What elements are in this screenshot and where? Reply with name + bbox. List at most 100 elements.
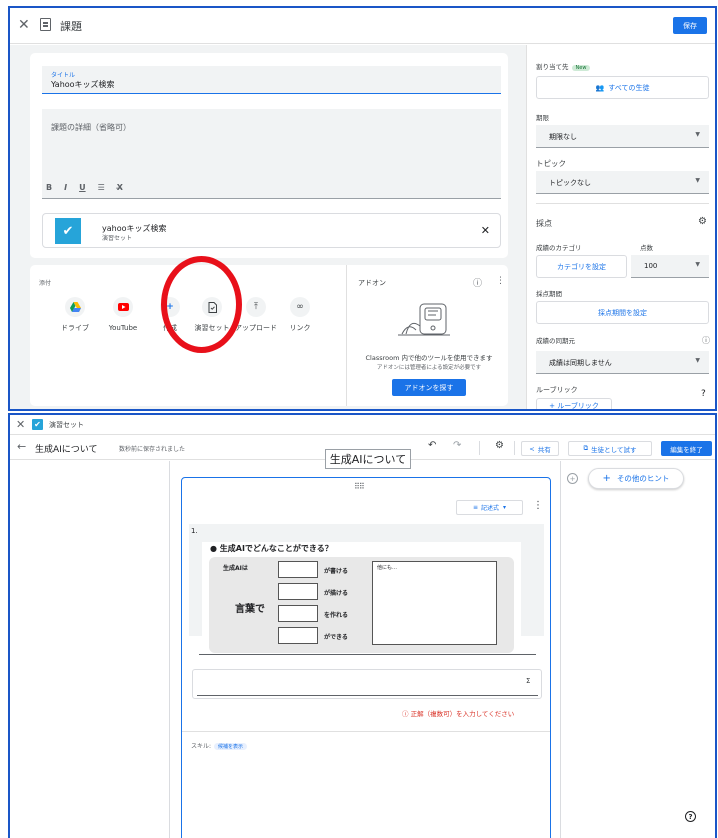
assignment-main: タイトル Yahooキッズ検索 課題の詳細（省略可） B I U ☰ X̶ ✔ … (10, 45, 526, 409)
add-plus-icon[interactable]: + (567, 473, 578, 484)
help-icon[interactable]: ? (701, 389, 706, 399)
info-icon[interactable]: ⓘ (473, 276, 482, 289)
topic-label: トピック (536, 159, 566, 168)
attach-card: 添付 ドライブ YouTube + 作成 演習セット ⤒ アップロード ∞ リン… (30, 265, 508, 406)
share-label: 共有 (537, 445, 551, 454)
attach-section-label: 添付 (39, 280, 52, 287)
upload-label: アップロード (235, 324, 277, 332)
assignment-icon (40, 18, 51, 31)
points-select[interactable]: 100 ▼ (631, 255, 709, 278)
document-title[interactable]: 生成AIについて (35, 442, 98, 455)
more-hints-button[interactable]: + その他のヒント (588, 468, 684, 489)
all-students-button[interactable]: 👥 すべての生徒 (536, 76, 709, 99)
addons-illustration (398, 303, 450, 336)
try-as-student-label: 生徒として試す (591, 445, 637, 454)
title-field-label: タイトル (51, 72, 76, 79)
clear-format-icon[interactable]: X̶ (117, 183, 123, 192)
error-text: 正解（複数可）を入力してください (410, 710, 515, 718)
remove-attachment-icon[interactable]: ✕ (481, 224, 490, 237)
add-rubric-button[interactable]: + ルーブリック (536, 398, 612, 409)
question-type-select[interactable]: ≡ 記述式 ▾ (456, 500, 523, 515)
worksheet-other-label: 他にも… (377, 565, 398, 571)
share-button[interactable]: < 共有 (521, 441, 559, 456)
attachment-subtitle: 演習セット (102, 235, 133, 242)
drive-tool[interactable]: ドライブ (53, 297, 97, 333)
math-sigma-icon[interactable]: Σ (526, 677, 530, 685)
finish-editing-button[interactable]: 編集を終了 (661, 441, 712, 456)
share-icon: < (529, 444, 535, 453)
left-panel (10, 461, 170, 838)
try-as-student-button[interactable]: ⧉ 生徒として試す (568, 441, 652, 456)
help-icon[interactable]: ? (685, 811, 696, 822)
worksheet-blank (278, 561, 318, 578)
close-icon[interactable]: ✕ (18, 17, 30, 33)
toolbar-divider (479, 441, 480, 455)
worksheet-row-label: ができる (324, 634, 348, 641)
skill-row: スキル: 候補を表示 (191, 741, 248, 750)
worksheet-title: ● 生成AIでどんなことができる？ (210, 544, 333, 553)
question-type-label: 記述式 (481, 505, 500, 512)
settings-gear-icon[interactable]: ⚙ (495, 440, 504, 451)
window-titlebar: ✕ ✔ 演習セット (10, 415, 715, 435)
list-icon[interactable]: ☰ (98, 183, 105, 192)
worksheet-blank (278, 583, 318, 600)
worksheet-ai-label: 生成AIは (223, 565, 248, 572)
find-addons-button[interactable]: アドオンを探す (392, 379, 466, 396)
grading-label: 採点 (536, 219, 552, 228)
link-tool[interactable]: ∞ リンク (278, 297, 322, 333)
points-value: 100 (644, 262, 658, 270)
link-label: リンク (289, 324, 311, 332)
due-select[interactable]: 期限なし ▼ (536, 125, 709, 148)
question-body[interactable]: 1. ● 生成AIでどんなことができる？ 生成AIは 言葉で が書ける が描ける… (189, 524, 544, 656)
attachment-item[interactable]: ✔ yahooキッズ検索 演習セット ✕ (42, 213, 501, 248)
undo-icon[interactable]: ↶ (428, 440, 436, 451)
drag-handle-icon[interactable]: ⠿⠿ (354, 482, 365, 491)
settings-gear-icon[interactable]: ⚙ (698, 216, 707, 227)
error-icon: ⓘ (402, 710, 409, 718)
drive-icon (65, 297, 85, 317)
answer-underline (197, 695, 538, 696)
section-heading[interactable]: 生成AIについて (325, 449, 411, 469)
grade-sync-select[interactable]: 成績は同期しません ▼ (536, 351, 709, 374)
close-icon[interactable]: ✕ (16, 418, 25, 431)
underline-icon[interactable]: U (79, 183, 86, 192)
set-category-button[interactable]: カテゴリを設定 (536, 255, 627, 278)
show-suggestions-chip[interactable]: 候補を表示 (214, 743, 248, 750)
details-placeholder: 課題の詳細（省略可） (51, 123, 131, 132)
assign-to-text: 割り当て先 (536, 63, 569, 71)
question-card[interactable]: ⠿⠿ ≡ 記述式 ▾ ⋮ 1. ● 生成AIでどんなことができる？ 生成AIは 言葉… (181, 477, 551, 838)
bold-icon[interactable]: B (46, 183, 52, 192)
save-button[interactable]: 保存 (673, 17, 707, 34)
youtube-icon (113, 297, 133, 317)
title-field-value[interactable]: Yahooキッズ検索 (51, 79, 115, 90)
toolbar-divider (514, 441, 515, 455)
more-vert-icon[interactable]: ⋮ (533, 500, 543, 511)
checkmark-icon: ✔ (55, 218, 81, 244)
addons-subtext: アドオンには管理者による設定が必要です (376, 365, 482, 371)
title-field[interactable]: タイトル Yahooキッズ検索 (42, 66, 501, 94)
link-icon: ∞ (290, 297, 310, 317)
skill-label: スキル: (191, 743, 212, 750)
worksheet-row-label: が描ける (324, 590, 349, 597)
open-in-new-icon: ⧉ (583, 444, 589, 452)
topic-value: トピックなし (549, 179, 591, 187)
question-number: 1. (191, 527, 198, 535)
short-text-icon: ≡ (472, 504, 478, 511)
more-vert-icon[interactable]: ⋮ (496, 276, 505, 286)
answer-field[interactable]: Σ (192, 669, 542, 699)
worksheet-image: ● 生成AIでどんなことができる？ 生成AIは 言葉で が書ける が描ける を作… (202, 542, 521, 656)
plus-icon: + (602, 473, 611, 484)
youtube-label: YouTube (108, 324, 138, 332)
topic-select[interactable]: トピックなし ▼ (536, 171, 709, 194)
worksheet-row-label: を作れる (324, 612, 349, 619)
back-arrow-icon[interactable]: ← (17, 440, 26, 453)
points-label: 点数 (640, 244, 653, 252)
set-grading-period-button[interactable]: 採点期間を設定 (536, 301, 709, 324)
info-icon[interactable]: ⓘ (702, 335, 710, 346)
assign-to-label: 割り当て先 New (536, 61, 591, 71)
assignment-sidebar: 割り当て先 New 👥 すべての生徒 期限 期限なし ▼ トピック トピックなし ▼ 採… (526, 45, 715, 409)
italic-icon[interactable]: I (64, 183, 67, 192)
redo-icon[interactable]: ↷ (453, 440, 461, 451)
youtube-tool[interactable]: YouTube (101, 297, 145, 333)
practice-set-check-icon: ✔ (32, 419, 43, 430)
